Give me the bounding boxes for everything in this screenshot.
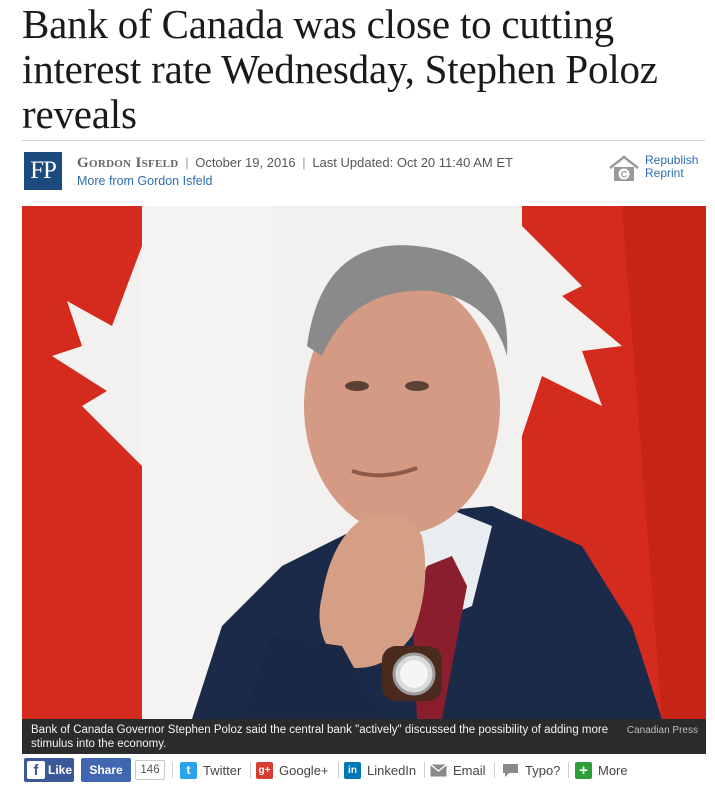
share-divider (568, 762, 569, 778)
facebook-share-button[interactable]: Share (81, 758, 131, 782)
share-divider (494, 762, 495, 778)
photo-caption-bar: Bank of Canada Governor Stephen Poloz sa… (22, 719, 706, 754)
facebook-like-button[interactable]: f Like (24, 758, 74, 782)
share-divider (250, 762, 251, 778)
twitter-label: Twitter (203, 762, 242, 778)
share-label: Share (89, 763, 123, 777)
article-headline: Bank of Canada was close to cutting inte… (22, 1, 658, 137)
twitter-share-button[interactable]: t Twitter (180, 758, 241, 782)
like-label: Like (48, 763, 73, 777)
share-divider (172, 762, 173, 778)
photo-credit: Canadian Press (626, 725, 698, 736)
copyright-house-icon: C (609, 155, 639, 181)
svg-text:C: C (621, 170, 628, 180)
speech-bubble-icon (503, 763, 518, 777)
headline-divider (22, 140, 705, 141)
envelope-icon (430, 763, 447, 776)
article-photo (22, 206, 706, 719)
googleplus-share-button[interactable]: g+ Google+ (256, 758, 329, 782)
plus-icon: + (575, 761, 592, 779)
email-share-button[interactable]: Email (430, 758, 486, 782)
email-label: Email (453, 762, 486, 778)
share-count-badge: 146 (135, 760, 165, 780)
twitter-icon: t (180, 761, 197, 779)
byline: Gordon Isfeld | October 19, 2016 | Last … (77, 155, 513, 172)
reprint-label[interactable]: Reprint (645, 167, 698, 180)
byline-separator: | (302, 155, 306, 170)
more-from-author-link[interactable]: More from Gordon Isfeld (77, 174, 212, 188)
publisher-logo[interactable]: FP (24, 152, 62, 190)
facebook-icon: f (27, 761, 45, 779)
share-bar: f Like Share 146 t Twitter g+ Google+ in… (22, 758, 712, 784)
last-updated: Last Updated: Oct 20 11:40 AM ET (312, 155, 513, 170)
googleplus-label: Google+ (279, 762, 329, 778)
report-typo-button[interactable]: Typo? (502, 758, 560, 782)
linkedin-label: LinkedIn (367, 762, 417, 778)
byline-separator: | (185, 155, 189, 170)
googleplus-icon: g+ (256, 761, 273, 779)
share-divider (338, 762, 339, 778)
linkedin-share-button[interactable]: in LinkedIn (344, 758, 416, 782)
republish-reprint-link[interactable]: C Republish Reprint (606, 152, 706, 184)
linkedin-icon: in (344, 761, 361, 779)
more-label: More (598, 762, 628, 778)
photo-illustration (22, 206, 706, 719)
author-name[interactable]: Gordon Isfeld (77, 155, 179, 171)
share-divider (424, 762, 425, 778)
publish-date: October 19, 2016 (195, 155, 296, 170)
more-share-button[interactable]: + More (575, 758, 628, 782)
typo-label: Typo? (525, 762, 561, 778)
photo-caption: Bank of Canada Governor Stephen Poloz sa… (31, 724, 609, 750)
